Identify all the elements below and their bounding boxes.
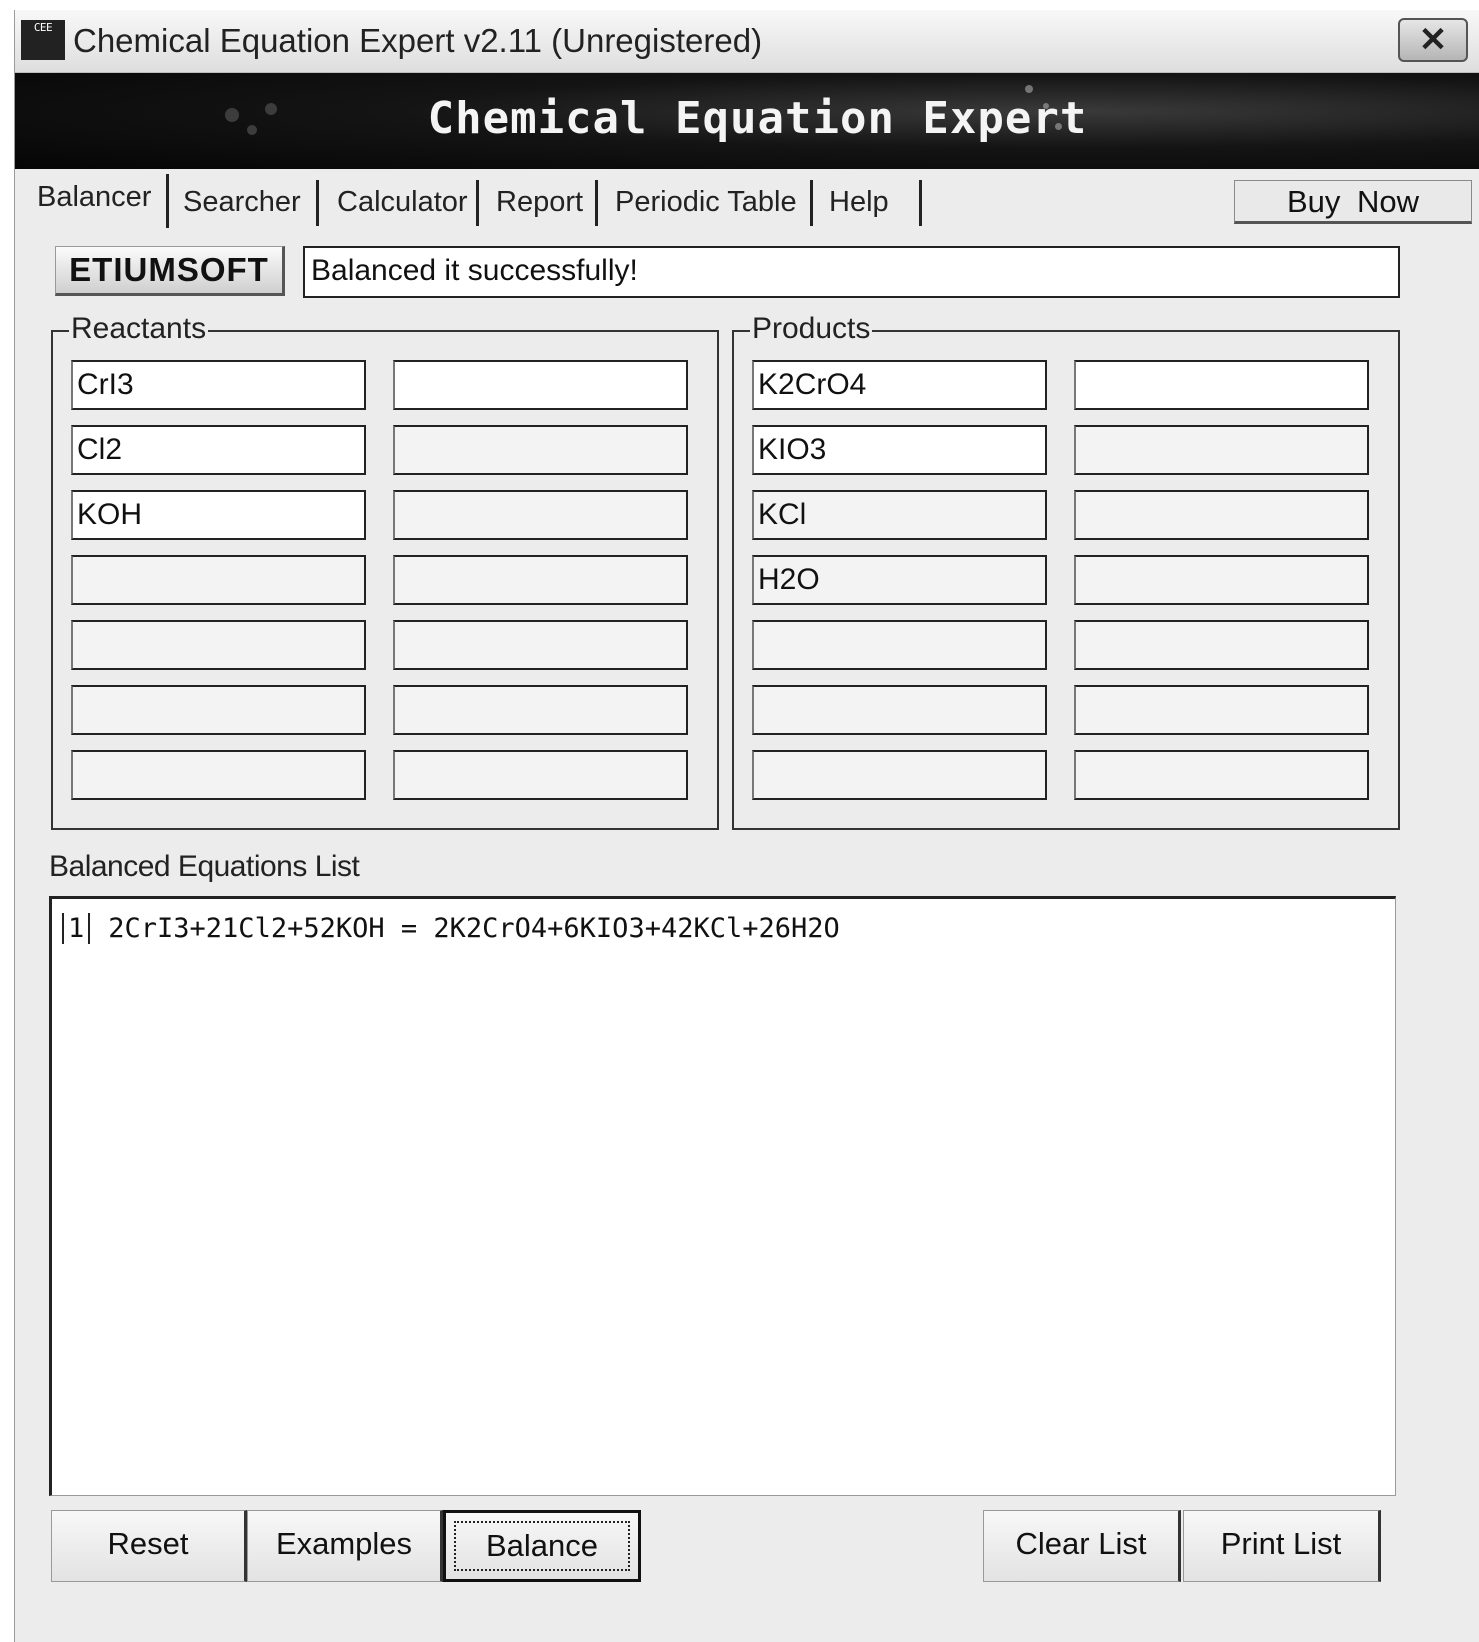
balanced-equations-list[interactable]: 1 2CrI3+21Cl2+52KOH = 2K2CrO4+6KIO3+42KCl… (49, 896, 1396, 1496)
app-icon: CEE (21, 20, 65, 60)
reactant-coefficient-field[interactable] (393, 555, 688, 605)
reactant-field[interactable] (71, 750, 366, 800)
product-coefficient-field[interactable] (1074, 620, 1369, 670)
reactant-field[interactable]: CrI3 (71, 360, 366, 410)
reactant-field[interactable] (71, 685, 366, 735)
print-list-button[interactable]: Print List (1183, 1510, 1381, 1582)
tab-strip: Balancer Searcher Calculator Report Peri… (15, 170, 1479, 228)
products-legend: Products (750, 312, 873, 346)
buy-now-button[interactable]: Buy Now (1234, 180, 1472, 224)
product-coefficient-field[interactable] (1074, 555, 1369, 605)
reactant-coefficient-field[interactable] (393, 750, 688, 800)
product-field[interactable] (752, 620, 1047, 670)
clear-list-button[interactable]: Clear List (983, 1510, 1181, 1582)
reactants-legend: Reactants (69, 312, 209, 346)
reset-button[interactable]: Reset (51, 1510, 247, 1582)
list-item[interactable]: 1 2CrI3+21Cl2+52KOH = 2K2CrO4+6KIO3+42KCl… (62, 913, 840, 944)
list-item-equation: 2CrI3+21Cl2+52KOH = 2K2CrO4+6KIO3+42KCl+… (108, 913, 840, 944)
product-field[interactable]: H2O (752, 555, 1047, 605)
title-bar[interactable]: CEE Chemical Equation Expert v2.11 (Unre… (15, 10, 1479, 73)
tab-report[interactable]: Report (486, 180, 598, 226)
focus-rectangle (454, 1521, 630, 1571)
reactant-field[interactable] (71, 620, 366, 670)
product-field[interactable]: K2CrO4 (752, 360, 1047, 410)
reactant-coefficient-field[interactable] (393, 620, 688, 670)
products-group: Products K2CrO4 KIO3 KCl H2O (732, 312, 1400, 830)
reactant-coefficient-field[interactable] (393, 685, 688, 735)
close-button[interactable]: ✕ (1398, 18, 1468, 62)
reactant-coefficient-field[interactable] (393, 360, 688, 410)
product-field[interactable]: KCl (752, 490, 1047, 540)
app-banner: Chemical Equation Expert (15, 73, 1479, 169)
product-field[interactable] (752, 685, 1047, 735)
product-coefficient-field[interactable] (1074, 360, 1369, 410)
product-field[interactable]: KIO3 (752, 425, 1047, 475)
reactant-field[interactable] (71, 555, 366, 605)
product-coefficient-field[interactable] (1074, 425, 1369, 475)
product-field[interactable] (752, 750, 1047, 800)
reactant-coefficient-field[interactable] (393, 425, 688, 475)
reactant-coefficient-field[interactable] (393, 490, 688, 540)
product-coefficient-field[interactable] (1074, 685, 1369, 735)
tab-periodic-table[interactable]: Periodic Table (605, 180, 813, 226)
status-message: Balanced it successfully! (303, 246, 1400, 298)
reactants-group: Reactants CrI3 Cl2 KOH (51, 312, 719, 830)
reactant-field[interactable]: KOH (71, 490, 366, 540)
product-coefficient-field[interactable] (1074, 750, 1369, 800)
tab-balancer[interactable]: Balancer (27, 174, 169, 228)
tab-searcher[interactable]: Searcher (173, 180, 319, 226)
molecule-decoration (1025, 85, 1033, 93)
reactant-field[interactable]: Cl2 (71, 425, 366, 475)
list-item-index: 1 (62, 913, 91, 944)
etiumsoft-logo-button[interactable]: ETIUMSOFT (55, 246, 285, 296)
window-title: Chemical Equation Expert v2.11 (Unregist… (73, 22, 763, 59)
app-window: CEE Chemical Equation Expert v2.11 (Unre… (14, 10, 1479, 1642)
close-icon: ✕ (1418, 21, 1448, 59)
tab-calculator[interactable]: Calculator (327, 180, 479, 226)
product-coefficient-field[interactable] (1074, 490, 1369, 540)
balance-button[interactable]: Balance (443, 1510, 641, 1582)
balanced-list-label: Balanced Equations List (49, 850, 360, 883)
examples-button[interactable]: Examples (247, 1510, 443, 1582)
tab-help[interactable]: Help (819, 180, 922, 226)
banner-title: Chemical Equation Expert (427, 93, 1088, 144)
